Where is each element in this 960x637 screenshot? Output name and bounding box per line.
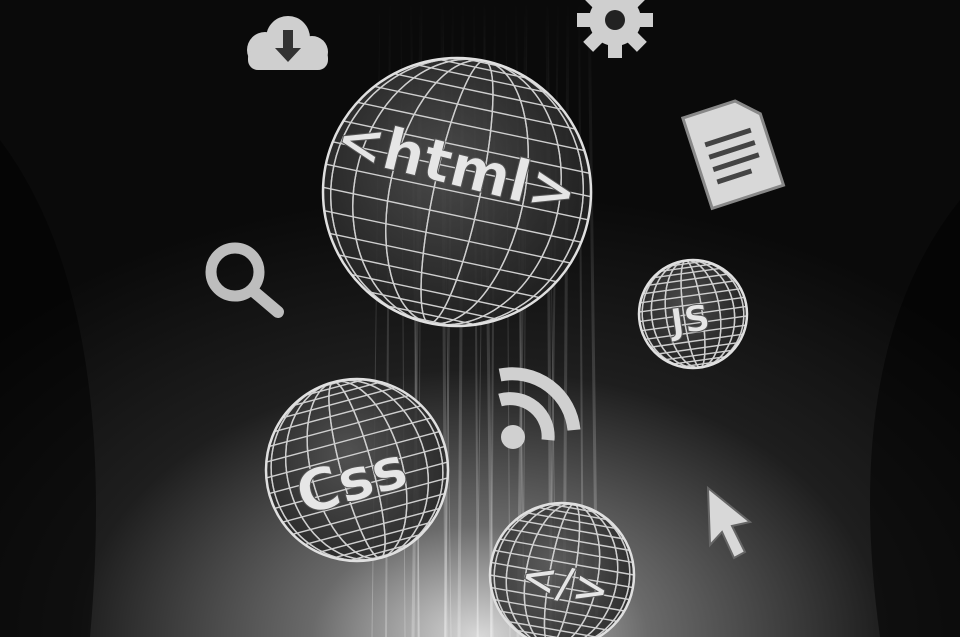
scene: <html> JS Css </> bbox=[0, 0, 960, 637]
js-label: JS bbox=[665, 298, 713, 344]
